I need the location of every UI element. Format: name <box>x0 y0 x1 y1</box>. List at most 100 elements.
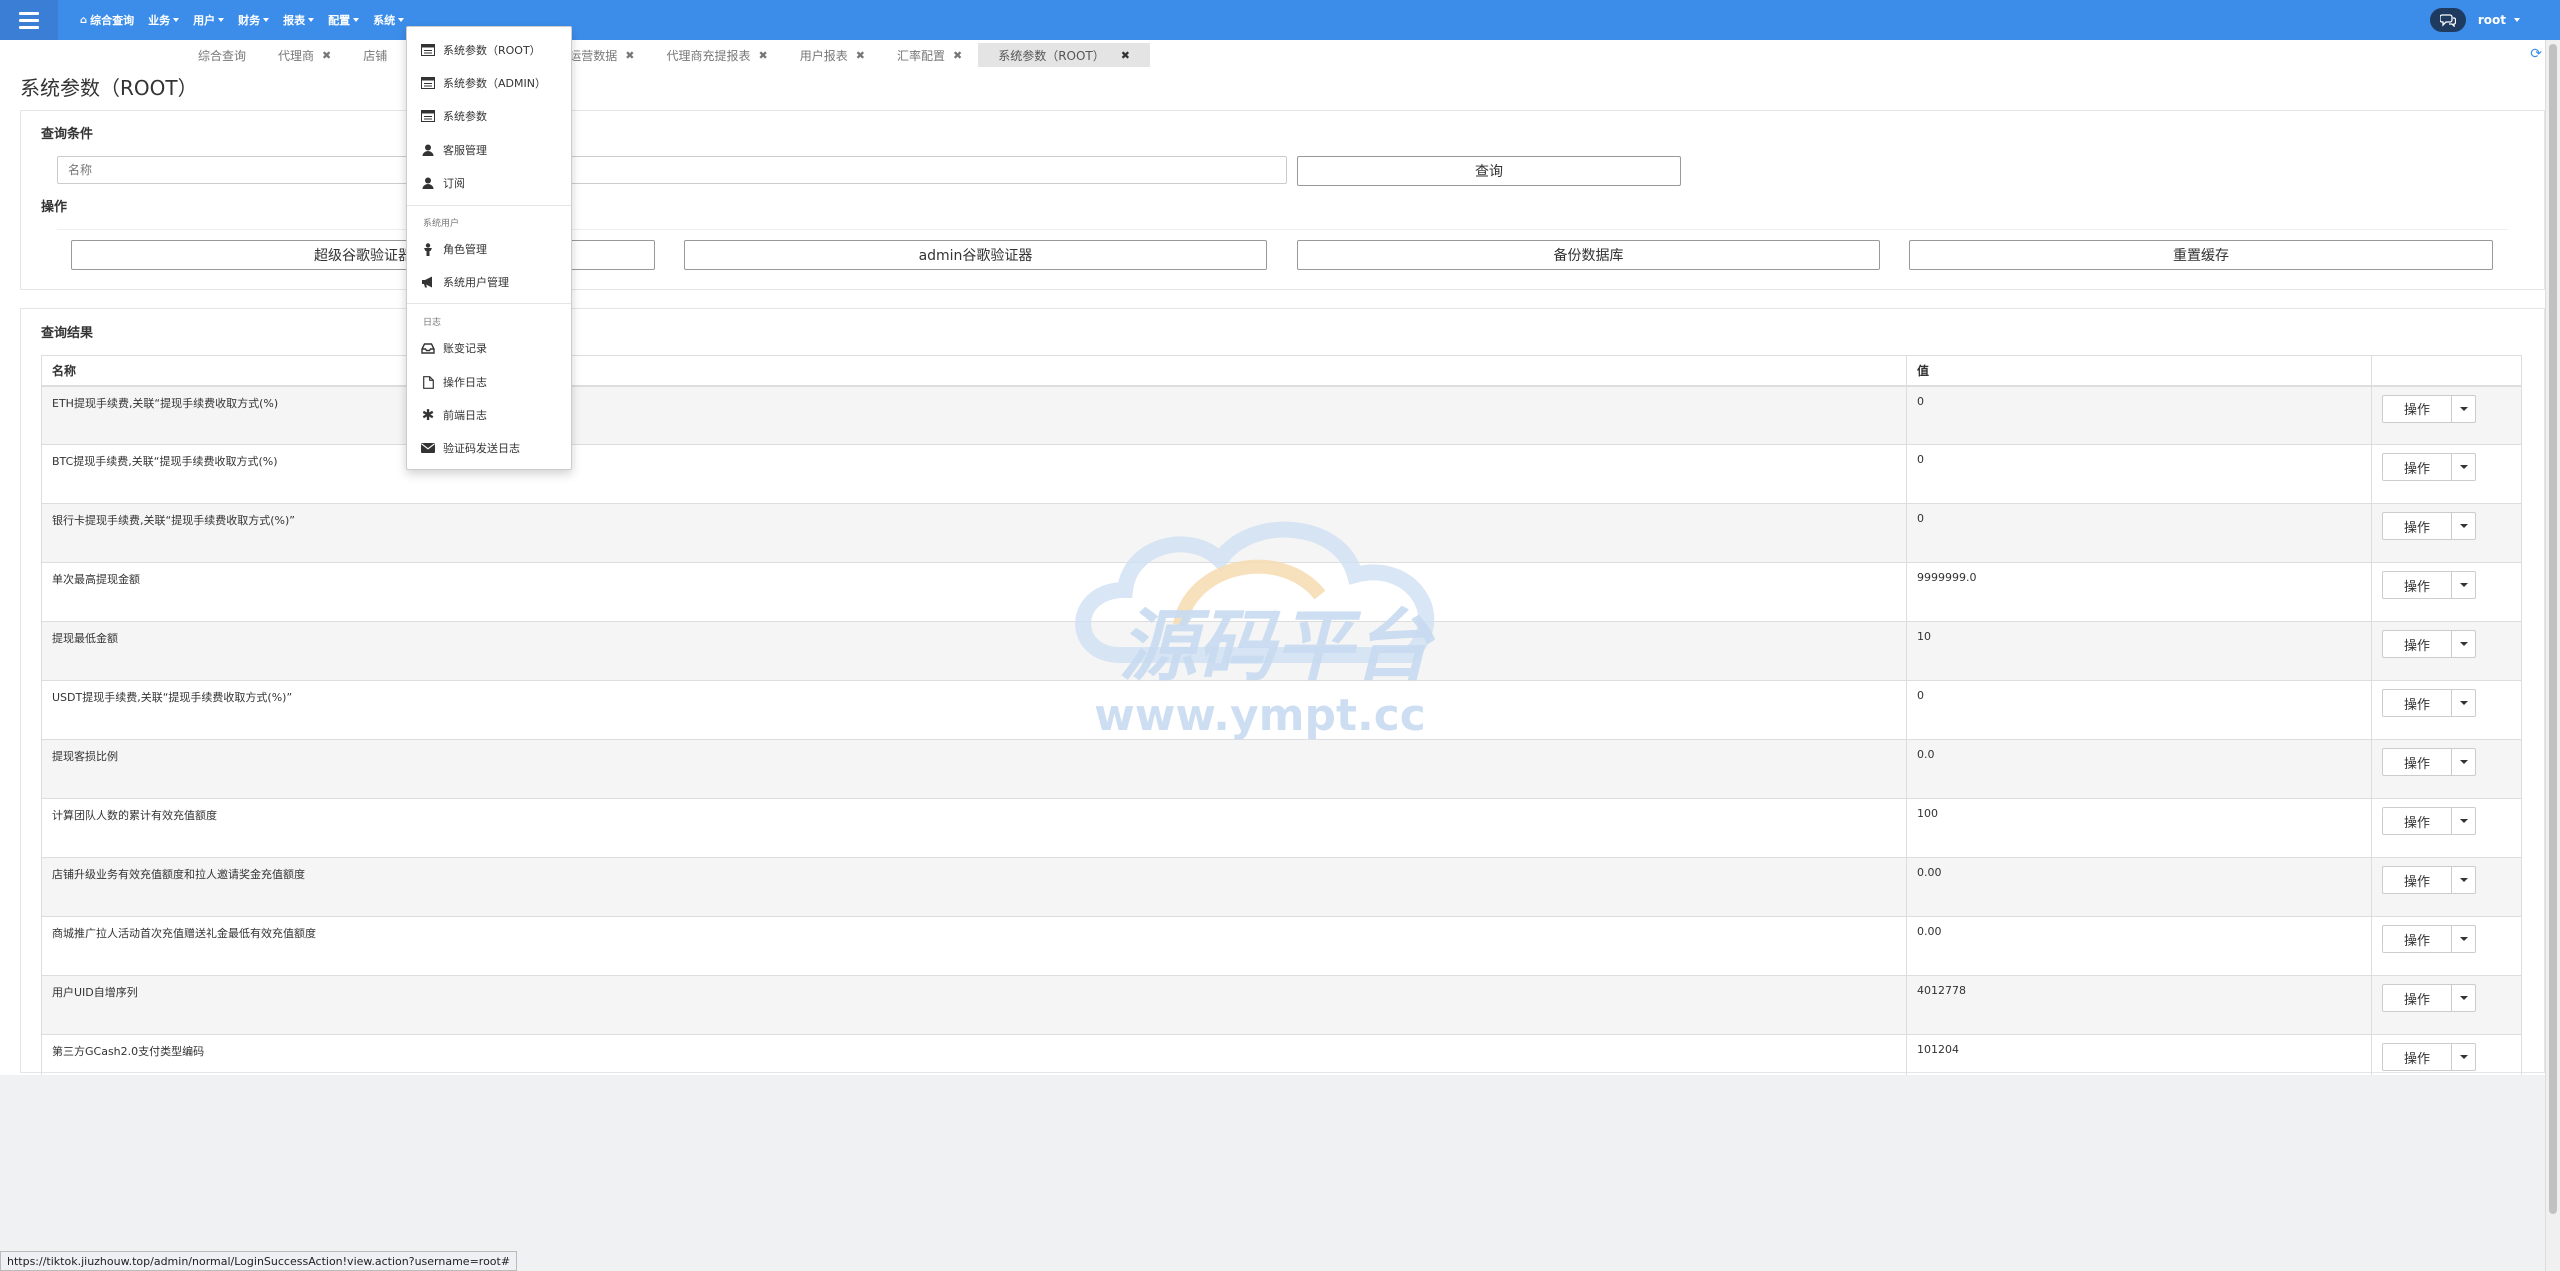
operation-button[interactable]: 操作 <box>2382 807 2452 835</box>
nav-item-business[interactable]: 业务 <box>148 12 180 28</box>
operation-dropdown-toggle[interactable] <box>2452 394 2476 423</box>
tab-exchange-rate[interactable]: 汇率配置 ✖ <box>881 43 978 67</box>
param-name: 提现最低金额 <box>41 621 1907 681</box>
close-icon[interactable]: ✖ <box>953 49 962 62</box>
refresh-icon[interactable]: ⟳ <box>2530 46 2542 62</box>
operation-button[interactable]: 操作 <box>2382 1043 2452 1071</box>
operation-dropdown-toggle[interactable] <box>2452 748 2476 776</box>
operation-dropdown-toggle[interactable] <box>2452 807 2476 835</box>
tab-user-report[interactable]: 用户报表 ✖ <box>784 43 881 67</box>
close-icon[interactable]: ✖ <box>759 49 768 62</box>
top-navbar: ⌂ 综合查询 业务 用户 财务 报表 配置 系统 root <box>0 0 2560 40</box>
chat-icon[interactable] <box>2429 8 2466 32</box>
caret-down-icon <box>2459 583 2468 587</box>
close-icon[interactable]: ✖ <box>625 49 634 62</box>
operation-dropdown-toggle[interactable] <box>2452 512 2476 540</box>
operation-dropdown-toggle[interactable] <box>2452 571 2476 599</box>
close-icon[interactable]: ✖ <box>856 49 865 62</box>
tab-comprehensive-query[interactable]: 综合查询 <box>182 43 262 67</box>
close-icon[interactable]: ✖ <box>1121 49 1130 62</box>
operation-dropdown-toggle[interactable] <box>2452 689 2476 717</box>
column-header-actions <box>2371 355 2522 387</box>
query-panel: 查询条件 查询 操作 超级谷歌验证器 admin谷歌验证器 备份数据库 重置缓存 <box>20 110 2545 290</box>
operation-dropdown-toggle[interactable] <box>2452 453 2476 481</box>
operation-button-group: 操作 <box>2382 689 2511 717</box>
operation-button[interactable]: 操作 <box>2382 748 2452 776</box>
tab-agent-deposit-report[interactable]: 代理商充提报表 ✖ <box>650 43 783 67</box>
table-row: 单次最高提现金额 9999999.0 操作 <box>41 562 2522 622</box>
operation-button[interactable]: 操作 <box>2382 984 2452 1012</box>
nav-item-users[interactable]: 用户 <box>193 12 225 28</box>
menu-item-frontend-logs[interactable]: ✱ 前端日志 <box>407 400 571 430</box>
operation-button-group: 操作 <box>2382 512 2511 540</box>
user-menu[interactable]: root <box>2478 13 2520 27</box>
param-value: 0 <box>1906 503 2372 563</box>
menu-item-system-user-management[interactable]: 系统用户管理 <box>407 267 571 297</box>
megaphone-icon <box>421 275 435 289</box>
operation-button[interactable]: 操作 <box>2382 571 2452 599</box>
file-icon <box>421 375 435 389</box>
nav-item-finance[interactable]: 财务 <box>238 12 270 28</box>
nav-item-config[interactable]: 配置 <box>328 12 360 28</box>
caret-down-icon <box>2514 18 2520 22</box>
menu-item-balance-records[interactable]: 账变记录 <box>407 333 571 363</box>
user-icon <box>421 176 435 190</box>
row-actions: 操作 <box>2371 503 2522 563</box>
scrollbar-thumb[interactable] <box>2549 44 2557 1214</box>
table-row: 店铺升级业务有效充值额度和拉人邀请奖金充值额度 0.00 操作 <box>41 857 2522 917</box>
inbox-icon <box>421 341 435 355</box>
menu-header-logs: 日志 <box>423 318 442 328</box>
close-icon[interactable]: ✖ <box>322 49 331 62</box>
operation-button[interactable]: 操作 <box>2382 689 2452 717</box>
operation-dropdown-toggle[interactable] <box>2452 984 2476 1012</box>
menu-item-operation-logs[interactable]: 操作日志 <box>407 367 571 397</box>
operation-button[interactable]: 操作 <box>2382 512 2452 540</box>
operation-dropdown-toggle[interactable] <box>2452 866 2476 894</box>
table-row: 商城推广拉人活动首次充值赠送礼金最低有效充值额度 0.00 操作 <box>41 916 2522 976</box>
caret-down-icon <box>2459 1055 2468 1059</box>
name-input[interactable] <box>57 156 1287 184</box>
operation-button[interactable]: 操作 <box>2382 630 2452 658</box>
reset-cache-button[interactable]: 重置缓存 <box>1909 240 2493 270</box>
page-title: 系统参数（ROOT） <box>20 76 198 100</box>
search-button[interactable]: 查询 <box>1297 156 1681 186</box>
menu-item-customer-service[interactable]: 客服管理 <box>407 135 571 165</box>
operation-button[interactable]: 操作 <box>2382 394 2452 423</box>
main-menu: ⌂ 综合查询 业务 用户 财务 报表 配置 系统 <box>80 0 418 40</box>
menu-divider <box>407 303 571 304</box>
caret-down-icon <box>263 18 270 22</box>
table-row: 计算团队人数的累计有效充值额度 100 操作 <box>41 798 2522 858</box>
tab-system-params-root[interactable]: 系统参数（ROOT） ✖ <box>978 43 1150 67</box>
menu-item-sms-code-logs[interactable]: 验证码发送日志 <box>407 433 571 463</box>
admin-google-auth-button[interactable]: admin谷歌验证器 <box>684 240 1267 270</box>
vertical-scrollbar[interactable] <box>2545 40 2560 1271</box>
param-name: 店铺升级业务有效充值额度和拉人邀请奖金充值额度 <box>41 857 1907 917</box>
caret-down-icon <box>2459 878 2468 882</box>
nav-item-query[interactable]: ⌂ 综合查询 <box>80 12 134 28</box>
menu-item-subscribe[interactable]: 订阅 <box>407 168 571 198</box>
operation-dropdown-toggle[interactable] <box>2452 925 2476 953</box>
menu-item-role-management[interactable]: 角色管理 <box>407 234 571 264</box>
tab-agents[interactable]: 代理商 ✖ <box>262 43 347 67</box>
sidebar-toggle-button[interactable] <box>0 0 58 40</box>
menu-item-system-params-admin[interactable]: 系统参数（ADMIN） <box>407 68 571 98</box>
param-name: 单次最高提现金额 <box>41 562 1907 622</box>
operation-button[interactable]: 操作 <box>2382 453 2452 481</box>
operation-dropdown-toggle[interactable] <box>2452 1043 2476 1071</box>
menu-item-system-params-root[interactable]: 系统参数（ROOT） <box>407 35 571 65</box>
list-icon <box>421 76 435 90</box>
caret-down-icon <box>398 18 405 22</box>
row-actions: 操作 <box>2371 621 2522 681</box>
operation-button[interactable]: 操作 <box>2382 866 2452 894</box>
row-actions: 操作 <box>2371 680 2522 740</box>
nav-item-reports[interactable]: 报表 <box>283 12 315 28</box>
list-icon <box>421 109 435 123</box>
home-icon: ⌂ <box>80 14 88 26</box>
param-value: 0.00 <box>1906 916 2372 976</box>
menu-item-system-params[interactable]: 系统参数 <box>407 101 571 131</box>
row-actions: 操作 <box>2371 444 2522 504</box>
backup-database-button[interactable]: 备份数据库 <box>1297 240 1880 270</box>
operation-dropdown-toggle[interactable] <box>2452 630 2476 658</box>
operation-button[interactable]: 操作 <box>2382 925 2452 953</box>
nav-item-system[interactable]: 系统 <box>373 12 405 28</box>
